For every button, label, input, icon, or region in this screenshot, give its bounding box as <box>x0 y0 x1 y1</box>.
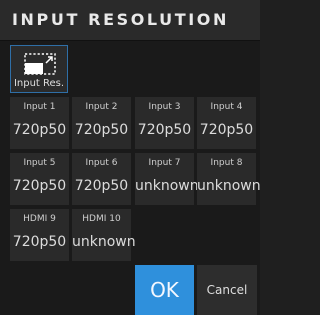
input-name: Input 6 <box>85 158 118 168</box>
input-resolution-value: unknown <box>72 234 136 250</box>
input-tile-6[interactable]: Input 6 720p50 <box>72 153 131 205</box>
cancel-button[interactable]: Cancel <box>197 265 257 315</box>
input-resolution-value: 720p50 <box>12 234 67 250</box>
input-resolution-value: 720p50 <box>74 178 129 194</box>
input-name: Input 1 <box>23 102 56 112</box>
input-tile-8[interactable]: Input 8 unknown <box>197 153 261 205</box>
title-bar: INPUT RESOLUTION <box>0 0 260 41</box>
input-name: Input 2 <box>85 102 118 112</box>
input-tile-1[interactable]: Input 1 720p50 <box>10 97 69 149</box>
input-name: Input 7 <box>148 158 181 168</box>
input-resolution-value: 720p50 <box>12 178 67 194</box>
input-name: Input 3 <box>148 102 181 112</box>
resolution-icon <box>24 53 56 75</box>
input-res-button[interactable]: Input Res. <box>10 45 68 93</box>
input-resolution-panel: INPUT RESOLUTION Input Res. Input 1 720p… <box>0 0 261 315</box>
input-resolution-value: unknown <box>135 178 199 194</box>
input-tile-hdmi-9[interactable]: HDMI 9 720p50 <box>10 209 69 261</box>
panel-title: INPUT RESOLUTION <box>12 10 229 29</box>
input-resolution-value: 720p50 <box>199 122 254 138</box>
input-tile-3[interactable]: Input 3 720p50 <box>135 97 194 149</box>
input-resolution-value: unknown <box>197 178 261 194</box>
input-tile-4[interactable]: Input 4 720p50 <box>197 97 256 149</box>
input-resolution-value: 720p50 <box>74 122 129 138</box>
input-name: Input 4 <box>210 102 243 112</box>
input-tile-2[interactable]: Input 2 720p50 <box>72 97 131 149</box>
ok-button[interactable]: OK <box>135 265 194 315</box>
input-res-label: Input Res. <box>13 78 65 89</box>
input-name: Input 5 <box>23 158 56 168</box>
input-name: HDMI 9 <box>23 214 56 224</box>
input-tile-hdmi-10[interactable]: HDMI 10 unknown <box>72 209 136 261</box>
input-resolution-value: 720p50 <box>12 122 67 138</box>
input-tile-7[interactable]: Input 7 unknown <box>135 153 199 205</box>
input-name: Input 8 <box>210 158 243 168</box>
input-name: HDMI 10 <box>82 214 121 224</box>
input-tile-5[interactable]: Input 5 720p50 <box>10 153 69 205</box>
input-resolution-value: 720p50 <box>137 122 192 138</box>
